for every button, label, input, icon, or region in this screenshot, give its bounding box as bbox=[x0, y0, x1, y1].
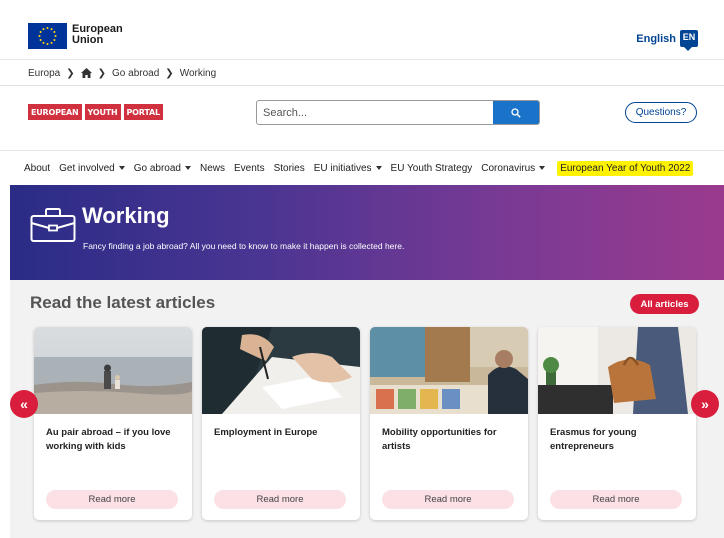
hero-banner: Working Fancy finding a job abroad? All … bbox=[10, 185, 724, 280]
nav-label: Stories bbox=[273, 162, 305, 174]
main-nav: About Get involved Go abroad News Events… bbox=[24, 160, 702, 176]
divider bbox=[0, 85, 724, 86]
questions-button[interactable]: Questions? bbox=[625, 102, 697, 123]
read-more-button[interactable]: Read more bbox=[550, 490, 682, 509]
chevron-right-icon: ❯ bbox=[165, 67, 174, 79]
nav-item-get-involved[interactable]: Get involved bbox=[59, 163, 125, 174]
nav-item-eu-initiatives[interactable]: EU initiatives bbox=[314, 163, 382, 174]
chevron-right-icon: ❯ bbox=[66, 67, 75, 79]
search-icon bbox=[511, 107, 521, 118]
caret-down-icon bbox=[375, 166, 382, 170]
nav-item-eu-youth-strategy[interactable]: EU Youth Strategy bbox=[391, 163, 473, 174]
read-more-button[interactable]: Read more bbox=[382, 490, 514, 509]
nav-label: News bbox=[200, 162, 226, 174]
article-image bbox=[34, 327, 192, 414]
briefcase-icon bbox=[30, 207, 76, 248]
breadcrumb-root[interactable]: Europa bbox=[28, 68, 60, 79]
section-heading: Read the latest articles bbox=[30, 293, 216, 312]
nav-item-news[interactable]: News bbox=[200, 163, 225, 174]
search-button[interactable] bbox=[493, 101, 539, 124]
eu-flag-logo[interactable] bbox=[28, 23, 67, 49]
search-box bbox=[256, 100, 540, 125]
language-label: English bbox=[636, 32, 676, 45]
read-more-button[interactable]: Read more bbox=[214, 490, 346, 509]
article-title[interactable]: Employment in Europe bbox=[214, 426, 352, 440]
page-subtitle: Fancy finding a job abroad? All you need… bbox=[83, 241, 405, 251]
caret-down-icon bbox=[539, 166, 546, 170]
read-more-button[interactable]: Read more bbox=[46, 490, 178, 509]
nav-item-about[interactable]: About bbox=[24, 163, 50, 174]
logo-word: PORTAL bbox=[123, 104, 163, 120]
nav-label: Coronavirus bbox=[481, 162, 536, 174]
logo-word: YOUTH bbox=[84, 104, 121, 120]
breadcrumb-section[interactable]: Go abroad bbox=[112, 68, 159, 79]
article-title[interactable]: Erasmus for young entrepreneurs bbox=[550, 426, 688, 454]
nav-item-coronavirus[interactable]: Coronavirus bbox=[481, 162, 546, 174]
article-card[interactable]: Mobility opportunities for artists Read … bbox=[370, 327, 528, 520]
nav-label: EU Youth Strategy bbox=[390, 162, 473, 174]
article-image bbox=[538, 327, 696, 414]
caret-down-icon bbox=[118, 166, 125, 170]
caret-down-icon bbox=[185, 166, 191, 170]
article-image bbox=[370, 327, 528, 414]
nav-label: Events bbox=[234, 162, 265, 174]
european-youth-portal-logo[interactable]: EUROPEAN YOUTH PORTAL bbox=[28, 104, 163, 120]
page-title: Working bbox=[82, 203, 170, 228]
nav-item-stories[interactable]: Stories bbox=[274, 163, 305, 174]
search-input[interactable] bbox=[257, 101, 495, 124]
carousel-next-button[interactable]: » bbox=[691, 390, 719, 418]
all-articles-button[interactable]: All articles bbox=[630, 294, 699, 314]
latest-articles-section: Read the latest articles All articles Au… bbox=[10, 280, 724, 538]
breadcrumb: Europa ❯ ❯ Go abroad ❯ Working bbox=[28, 65, 216, 81]
language-code-icon: EN bbox=[680, 30, 698, 51]
nav-label: Get involved bbox=[59, 162, 115, 174]
article-card[interactable]: Employment in Europe Read more bbox=[202, 327, 360, 520]
logo-word: EUROPEAN bbox=[28, 104, 82, 120]
nav-label: EU initiatives bbox=[313, 162, 372, 174]
eu-name[interactable]: European Union bbox=[72, 24, 123, 46]
eu-top-bar: European Union English EN bbox=[0, 0, 724, 60]
article-title[interactable]: Mobility opportunities for artists bbox=[382, 426, 520, 454]
eu-name-line2: Union bbox=[72, 34, 104, 46]
nav-label: About bbox=[24, 162, 51, 174]
article-title[interactable]: Au pair abroad – if you love working wit… bbox=[46, 426, 184, 454]
nav-item-events[interactable]: Events bbox=[234, 163, 265, 174]
nav-label: Go abroad bbox=[133, 162, 181, 174]
language-selector[interactable]: English EN bbox=[636, 30, 698, 51]
nav-item-european-year-of-youth[interactable]: European Year of Youth 2022 bbox=[557, 160, 694, 176]
home-icon[interactable] bbox=[80, 68, 92, 78]
carousel-prev-button[interactable]: « bbox=[10, 390, 38, 418]
nav-item-go-abroad[interactable]: Go abroad bbox=[134, 163, 191, 174]
article-card[interactable]: Au pair abroad – if you love working wit… bbox=[34, 327, 192, 520]
article-card[interactable]: Erasmus for young entrepreneurs Read mor… bbox=[538, 327, 696, 520]
divider bbox=[0, 150, 724, 151]
article-image bbox=[202, 327, 360, 414]
breadcrumb-current: Working bbox=[179, 67, 217, 79]
chevron-right-icon: ❯ bbox=[97, 67, 107, 79]
